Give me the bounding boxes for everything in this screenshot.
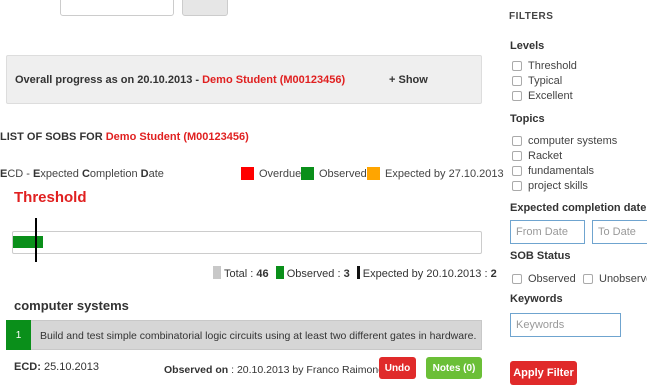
keywords-input[interactable]: Keywords	[510, 313, 621, 337]
level-filter-threshold[interactable]: Threshold	[512, 60, 577, 72]
checkbox[interactable]	[583, 274, 593, 284]
topic-filter-racket[interactable]: Racket	[512, 150, 562, 162]
to-date-input[interactable]: To Date	[592, 220, 647, 244]
ecd-filter-heading: Expected completion date	[510, 202, 647, 214]
apply-filter-button[interactable]: Apply Filter	[510, 361, 577, 385]
overdue-label: Overdue	[259, 168, 302, 180]
checkbox[interactable]	[512, 91, 522, 101]
ecd-text: CD -	[7, 168, 34, 180]
observed-total-swatch	[275, 266, 284, 279]
level-filter-typical[interactable]: Typical	[512, 75, 562, 87]
top-input[interactable]	[60, 0, 174, 16]
checkbox[interactable]	[512, 136, 522, 146]
status-filter-unobserved[interactable]: Unobserved	[583, 273, 647, 285]
notes-button[interactable]: Notes (0)	[426, 357, 482, 379]
checkbox[interactable]	[512, 76, 522, 86]
list-heading: LIST OF SOBS FOR Demo Student (M00123456…	[0, 131, 249, 143]
level-progress-track	[12, 231, 482, 254]
topic-filter-project-skills[interactable]: project skills	[512, 180, 588, 192]
expected-swatch	[367, 167, 380, 180]
ecd-label: ECD:	[14, 361, 41, 373]
ecd-text: ate	[148, 168, 164, 180]
ecd-letter: D	[140, 168, 149, 180]
total-value: 46	[256, 268, 269, 280]
checkbox[interactable]	[512, 274, 522, 284]
checkbox[interactable]	[512, 166, 522, 176]
overall-progress-text: Overall progress as on 20.10.2013 - Demo…	[15, 74, 345, 86]
overdue-swatch	[241, 167, 254, 180]
expected-label: Expected by 27.10.2013	[385, 168, 504, 180]
sob-description: Build and test simple combinatorial logi…	[40, 330, 477, 342]
observed-label: Observed	[319, 168, 367, 180]
total-swatch	[213, 266, 221, 279]
expected-marker-swatch	[356, 266, 360, 279]
observed-on-value: : 20.10.2013 by Franco Raimondi	[228, 364, 387, 376]
observed-swatch	[301, 167, 314, 180]
checkbox-label: Typical	[528, 75, 563, 87]
checkbox[interactable]	[512, 61, 522, 71]
level-totals: Total : 46 Observed : 3 Expected by 20.1…	[213, 266, 497, 280]
keywords-heading: Keywords	[510, 293, 563, 305]
current-date-marker	[35, 218, 37, 262]
sob-number-badge: 1	[6, 320, 31, 350]
checkbox[interactable]	[512, 181, 522, 191]
list-heading-prefix: LIST OF SOBS FOR	[0, 131, 106, 143]
ecd-text: xpected	[40, 168, 82, 180]
level-filter-excellent[interactable]: Excellent	[512, 90, 573, 102]
status-heading: SOB Status	[510, 250, 571, 262]
top-button[interactable]	[182, 0, 228, 16]
expected-total-label: Expected by 20.10.2013 :	[362, 268, 491, 280]
checkbox-label: fundamentals	[528, 165, 595, 177]
observed-total-label: Observed :	[286, 268, 344, 280]
checkbox-label: project skills	[528, 180, 588, 192]
total-label: Total :	[224, 268, 257, 280]
show-progress-link[interactable]: + Show	[389, 74, 428, 86]
ecd-explanation: ECD - Expected Completion Date	[0, 168, 164, 180]
topic-title: computer systems	[14, 298, 129, 313]
levels-heading: Levels	[510, 40, 545, 52]
topics-heading: Topics	[510, 113, 545, 125]
progress-student-name: Demo Student (M00123456)	[202, 74, 346, 86]
ecd-value: 25.10.2013	[40, 361, 100, 373]
checkbox-label: computer systems	[528, 135, 618, 147]
topic-filter-fundamentals[interactable]: fundamentals	[512, 165, 594, 177]
observed-on-label: Observed on	[164, 364, 229, 376]
filters-heading: FILTERS	[509, 11, 554, 22]
undo-button[interactable]: Undo	[379, 357, 416, 379]
checkbox-label: Racket	[528, 150, 563, 162]
status-filter-observed[interactable]: Observed	[512, 273, 576, 285]
topic-filter-computer-systems[interactable]: computer systems	[512, 135, 617, 147]
ecd-text: ompletion	[89, 168, 141, 180]
level-title: Threshold	[14, 189, 87, 206]
from-date-input[interactable]: From Date	[510, 220, 585, 244]
sob-observed-on: Observed on : 20.10.2013 by Franco Raimo…	[164, 364, 386, 376]
checkbox-label: Unobserved	[599, 273, 647, 285]
ecd-letter: C	[81, 168, 90, 180]
list-heading-student: Demo Student (M00123456)	[105, 131, 249, 143]
checkbox-label: Threshold	[528, 60, 577, 72]
checkbox-label: Observed	[528, 273, 576, 285]
sob-ecd: ECD: 25.10.2013	[14, 361, 99, 373]
level-progress-fill	[13, 236, 43, 248]
observed-total-value: 3	[343, 268, 350, 280]
checkbox[interactable]	[512, 151, 522, 161]
expected-total-value: 2	[490, 268, 497, 280]
progress-prefix: Overall progress as on 20.10.2013 -	[15, 74, 203, 86]
checkbox-label: Excellent	[528, 90, 573, 102]
